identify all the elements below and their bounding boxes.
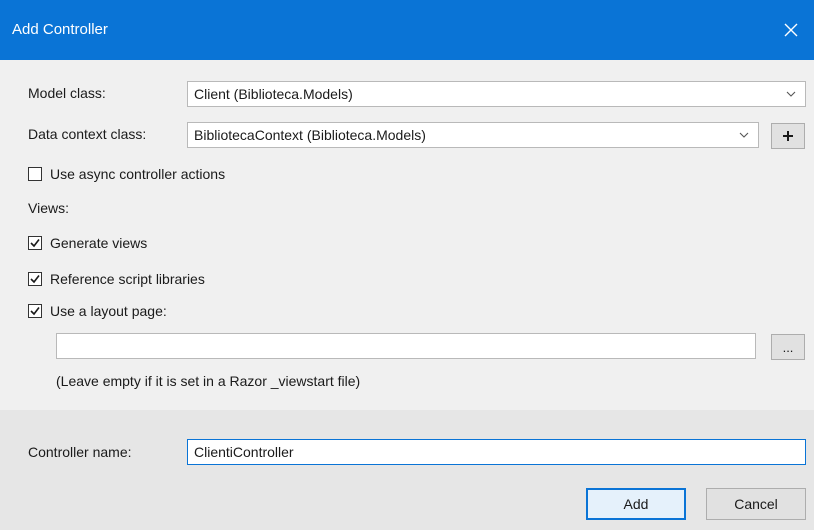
data-context-class-combobox[interactable]: BibliotecaContext (Biblioteca.Models) [187, 122, 759, 148]
views-label: Views: [28, 200, 69, 216]
browse-button-label: ... [782, 339, 794, 355]
checkmark-icon [30, 275, 40, 284]
model-class-label: Model class: [28, 85, 106, 101]
generate-views-checkbox-row[interactable]: Generate views [28, 233, 147, 253]
cancel-button[interactable]: Cancel [706, 488, 806, 520]
title-bar: Add Controller [0, 0, 814, 60]
chevron-down-icon [785, 82, 797, 106]
plus-icon [783, 131, 793, 141]
generate-views-checkbox[interactable] [28, 236, 42, 250]
checkmark-icon [30, 239, 40, 248]
layout-page-input[interactable] [56, 333, 756, 359]
controller-name-input[interactable] [187, 439, 806, 465]
reference-scripts-checkbox[interactable] [28, 272, 42, 286]
close-button[interactable] [768, 0, 814, 60]
generate-views-label: Generate views [50, 235, 148, 251]
controller-name-label: Controller name: [28, 444, 132, 460]
close-icon [784, 23, 798, 37]
async-actions-label: Use async controller actions [50, 166, 226, 182]
model-class-value: Client (Biblioteca.Models) [194, 86, 353, 102]
model-class-combobox[interactable]: Client (Biblioteca.Models) [187, 81, 806, 107]
data-context-class-value: BibliotecaContext (Biblioteca.Models) [194, 127, 426, 143]
add-button[interactable]: Add [586, 488, 686, 520]
window-title: Add Controller [12, 21, 108, 38]
browse-layout-button[interactable]: ... [771, 334, 805, 360]
add-data-context-button[interactable] [771, 123, 805, 149]
async-actions-checkbox-row[interactable]: Use async controller actions [28, 164, 225, 184]
layout-hint: (Leave empty if it is set in a Razor _vi… [56, 373, 361, 389]
data-context-class-label: Data context class: [28, 126, 147, 142]
reference-scripts-checkbox-row[interactable]: Reference script libraries [28, 269, 205, 289]
use-layout-checkbox[interactable] [28, 304, 42, 318]
use-layout-checkbox-row[interactable]: Use a layout page: [28, 301, 167, 321]
chevron-down-icon [738, 123, 750, 147]
use-layout-label: Use a layout page: [50, 303, 167, 319]
dialog-content: Model class: Client (Biblioteca.Models) … [0, 60, 814, 410]
dialog-footer: Controller name: Add Cancel [0, 410, 814, 530]
reference-scripts-label: Reference script libraries [50, 271, 205, 287]
checkmark-icon [30, 307, 40, 316]
async-actions-checkbox[interactable] [28, 167, 42, 181]
